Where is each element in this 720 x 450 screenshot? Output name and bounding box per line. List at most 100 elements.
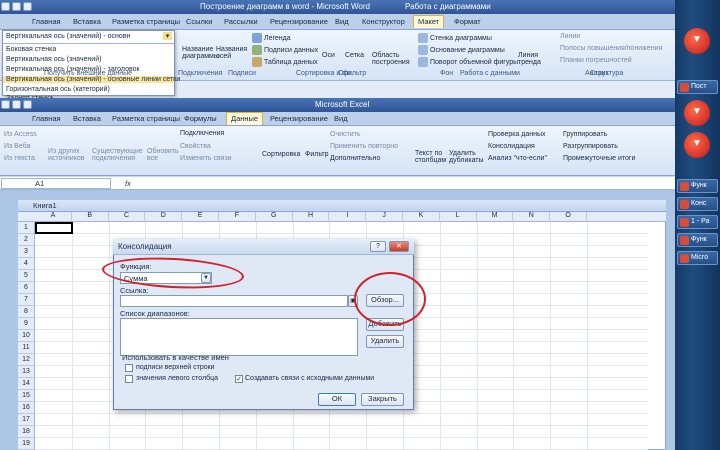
dropdown-item[interactable]: Вертикальная ось (значений) xyxy=(6,56,101,63)
taskbar-item[interactable]: Функ xyxy=(677,179,718,193)
chart-title-button[interactable]: Название диаграммы xyxy=(182,46,219,60)
axes-button[interactable]: Оси xyxy=(322,52,335,59)
row-header[interactable]: 6 xyxy=(18,282,35,294)
legend-button[interactable]: Легенда xyxy=(252,33,291,43)
word-tab-references[interactable]: Ссылки xyxy=(186,17,212,26)
word-tab-insert[interactable]: Вставка xyxy=(73,17,101,26)
rotation-button[interactable]: Поворот объемной фигуры xyxy=(418,57,518,67)
excel-tab-home[interactable]: Главная xyxy=(32,114,61,123)
row-header[interactable]: 4 xyxy=(18,258,35,270)
updown-bars-button[interactable]: Полосы повышения/понижения xyxy=(560,45,662,52)
row-header[interactable]: 15 xyxy=(18,390,35,402)
word-tab-format[interactable]: Формат xyxy=(454,17,481,26)
reference-input[interactable] xyxy=(120,295,348,307)
taskbar-item[interactable]: Функ xyxy=(677,233,718,247)
name-box[interactable]: A1 xyxy=(1,178,111,189)
close-button[interactable]: Закрыть xyxy=(361,393,404,406)
chart-element-dropdown[interactable]: Вертикальная ось (значений) - основн Бок… xyxy=(2,30,180,98)
word-tab-design[interactable]: Конструктор xyxy=(362,17,405,26)
from-other-sources-button[interactable]: Из других источников xyxy=(48,148,84,162)
plot-area-button[interactable]: Область построения xyxy=(372,52,410,66)
taskbar-item[interactable]: Конс xyxy=(677,197,718,211)
chart-element-select[interactable]: Вертикальная ось (значений) - основн xyxy=(3,31,174,44)
row-header[interactable]: 1 xyxy=(18,222,35,234)
undo-icon[interactable] xyxy=(23,2,32,11)
column-header[interactable]: E xyxy=(182,212,219,222)
row-header[interactable]: 2 xyxy=(18,234,35,246)
axis-titles-button[interactable]: Названия осей xyxy=(216,46,247,60)
text-to-columns-button[interactable]: Текст по столбцам xyxy=(415,150,446,164)
excel-tab-review[interactable]: Рецензирование xyxy=(270,114,328,123)
column-header[interactable]: M xyxy=(477,212,514,222)
existing-connections-button[interactable]: Существующие подключения xyxy=(92,148,143,162)
word-tab-format-layout[interactable]: Макет xyxy=(413,15,445,28)
word-tab-review[interactable]: Рецензирование xyxy=(270,17,328,26)
subtotals-button[interactable]: Промежуточные итоги xyxy=(563,155,635,162)
advanced-button[interactable]: Дополнительно xyxy=(330,155,380,162)
from-text-button[interactable]: Из текста xyxy=(4,155,35,162)
fx-icon[interactable]: fx xyxy=(125,179,131,188)
filter-button[interactable]: Фильтр xyxy=(305,151,329,158)
column-header[interactable]: L xyxy=(440,212,477,222)
excel-undo-icon[interactable] xyxy=(23,100,32,109)
properties-button[interactable]: Свойства xyxy=(180,143,211,150)
edit-links-button[interactable]: Изменить связи xyxy=(180,155,232,162)
ranges-list[interactable] xyxy=(120,318,358,356)
row-header[interactable]: 18 xyxy=(18,426,35,438)
top-row-checkbox[interactable] xyxy=(125,364,133,372)
taskbar-item[interactable]: Пост xyxy=(677,80,718,94)
column-header[interactable]: J xyxy=(366,212,403,222)
row-header[interactable]: 16 xyxy=(18,402,35,414)
row-header[interactable]: 3 xyxy=(18,246,35,258)
excel-tab-layout[interactable]: Разметка страницы xyxy=(112,114,180,123)
trendline-button[interactable]: Линия тренда xyxy=(518,52,548,66)
ungroup-button[interactable]: Разгруппировать xyxy=(563,143,618,150)
excel-tab-data[interactable]: Данные xyxy=(226,112,264,125)
row-header[interactable]: 14 xyxy=(18,378,35,390)
row-header[interactable]: 8 xyxy=(18,306,35,318)
data-table-button[interactable]: Таблица данных xyxy=(252,57,318,67)
consolidate-button[interactable]: Консолидация xyxy=(488,143,535,150)
left-column-checkbox[interactable] xyxy=(125,375,133,383)
dropdown-item-highlighted[interactable]: Вертикальная ось (значений) - основные л… xyxy=(3,76,180,83)
connections-button[interactable]: Подключения xyxy=(180,130,224,137)
column-header[interactable]: A xyxy=(35,212,72,222)
excel-tab-view[interactable]: Вид xyxy=(334,114,348,123)
save-icon[interactable] xyxy=(12,2,21,11)
reapply-button[interactable]: Применить повторно xyxy=(330,143,398,150)
clear-button[interactable]: Очистить xyxy=(330,131,360,138)
column-header[interactable]: K xyxy=(403,212,440,222)
word-tab-view[interactable]: Вид xyxy=(335,17,349,26)
help-icon[interactable]: ? xyxy=(370,241,386,252)
dropdown-item[interactable]: Горизонтальная ось (категорий) xyxy=(6,86,110,93)
grid-button[interactable]: Сетка xyxy=(345,52,364,59)
active-cell-a1[interactable] xyxy=(35,222,73,234)
close-icon[interactable]: ✕ xyxy=(389,241,409,252)
data-labels-button[interactable]: Подписи данных xyxy=(252,45,318,55)
data-validation-button[interactable]: Проверка данных xyxy=(488,131,546,138)
row-header[interactable]: 5 xyxy=(18,270,35,282)
error-bars-button[interactable]: Планки погрешностей xyxy=(560,57,632,64)
remove-duplicates-button[interactable]: Удалить дубликаты xyxy=(449,150,484,164)
column-header[interactable]: H xyxy=(293,212,330,222)
excel-tab-insert[interactable]: Вставка xyxy=(73,114,101,123)
word-tab-mailings[interactable]: Рассылки xyxy=(224,17,258,26)
excel-tab-formulas[interactable]: Формулы xyxy=(184,114,217,123)
row-header[interactable]: 17 xyxy=(18,414,35,426)
row-header[interactable]: 13 xyxy=(18,366,35,378)
group-button[interactable]: Группировать xyxy=(563,131,607,138)
column-header[interactable]: G xyxy=(256,212,293,222)
word-tab-home[interactable]: Главная xyxy=(32,17,61,26)
excel-save-icon[interactable] xyxy=(12,100,21,109)
opera-icon[interactable] xyxy=(684,132,710,158)
excel-office-icon[interactable] xyxy=(1,100,10,109)
lines-button[interactable]: Линии xyxy=(560,33,580,40)
whatif-button[interactable]: Анализ "что-если" xyxy=(488,155,547,162)
opera-icon[interactable] xyxy=(684,28,710,54)
word-office-icon[interactable] xyxy=(1,2,10,11)
column-header[interactable]: D xyxy=(145,212,183,222)
row-header[interactable]: 10 xyxy=(18,330,35,342)
taskbar-item[interactable]: 1 - Ра xyxy=(677,215,718,229)
column-header[interactable]: O xyxy=(550,212,587,222)
column-header[interactable]: N xyxy=(513,212,551,222)
